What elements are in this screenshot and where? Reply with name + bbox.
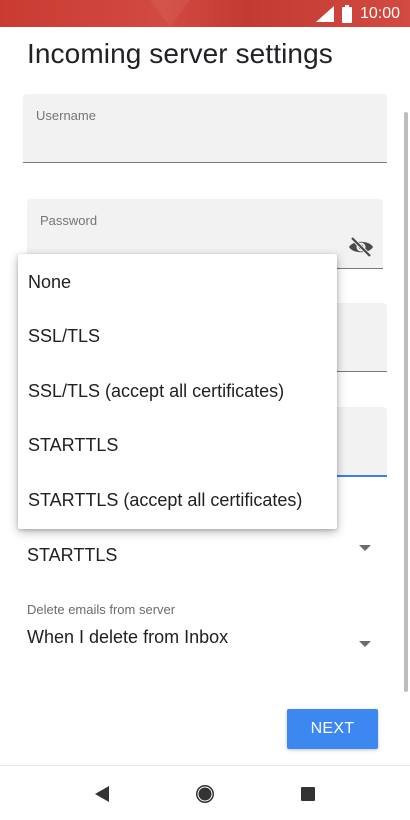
menu-item-ssl-tls-accept-all[interactable]: SSL/TLS (accept all certificates) xyxy=(18,364,337,419)
signal-icon xyxy=(315,6,334,22)
menu-item-ssl-tls[interactable]: SSL/TLS xyxy=(18,310,337,365)
security-type-value: STARTTLS xyxy=(27,545,118,565)
back-button[interactable] xyxy=(90,782,114,806)
home-button[interactable] xyxy=(193,782,217,806)
status-bar-decoration xyxy=(150,0,190,27)
menu-item-starttls[interactable]: STARTTLS xyxy=(18,419,337,474)
status-bar: 10:00 xyxy=(0,0,410,27)
menu-item-none[interactable]: None xyxy=(18,255,337,310)
recents-button[interactable] xyxy=(296,782,320,806)
security-type-select[interactable]: STARTTLS xyxy=(27,545,377,575)
scrollbar[interactable] xyxy=(404,112,408,692)
status-icons: 10:00 xyxy=(315,4,400,24)
battery-icon xyxy=(341,5,352,23)
delete-emails-value: When I delete from Inbox xyxy=(27,627,229,647)
delete-emails-select[interactable]: Delete emails from server When I delete … xyxy=(27,602,377,662)
status-time: 10:00 xyxy=(359,5,400,22)
username-field[interactable]: Username xyxy=(23,94,387,163)
chevron-down-icon xyxy=(359,545,371,551)
chevron-down-icon xyxy=(359,641,371,647)
menu-item-starttls-accept-all[interactable]: STARTTLS (accept all certificates) xyxy=(18,473,337,528)
home-icon xyxy=(196,785,214,803)
visibility-off-icon[interactable] xyxy=(347,235,375,259)
security-options-menu: None SSL/TLS SSL/TLS (accept all certifi… xyxy=(18,254,337,529)
username-label: Username xyxy=(36,108,96,123)
delete-emails-caption: Delete emails from server xyxy=(27,602,176,617)
password-label: Password xyxy=(40,213,98,228)
page-title: Incoming server settings xyxy=(27,38,333,69)
recents-icon xyxy=(301,787,315,801)
back-icon xyxy=(95,786,109,802)
next-button[interactable]: NEXT xyxy=(287,709,378,749)
navigation-bar xyxy=(0,765,410,820)
